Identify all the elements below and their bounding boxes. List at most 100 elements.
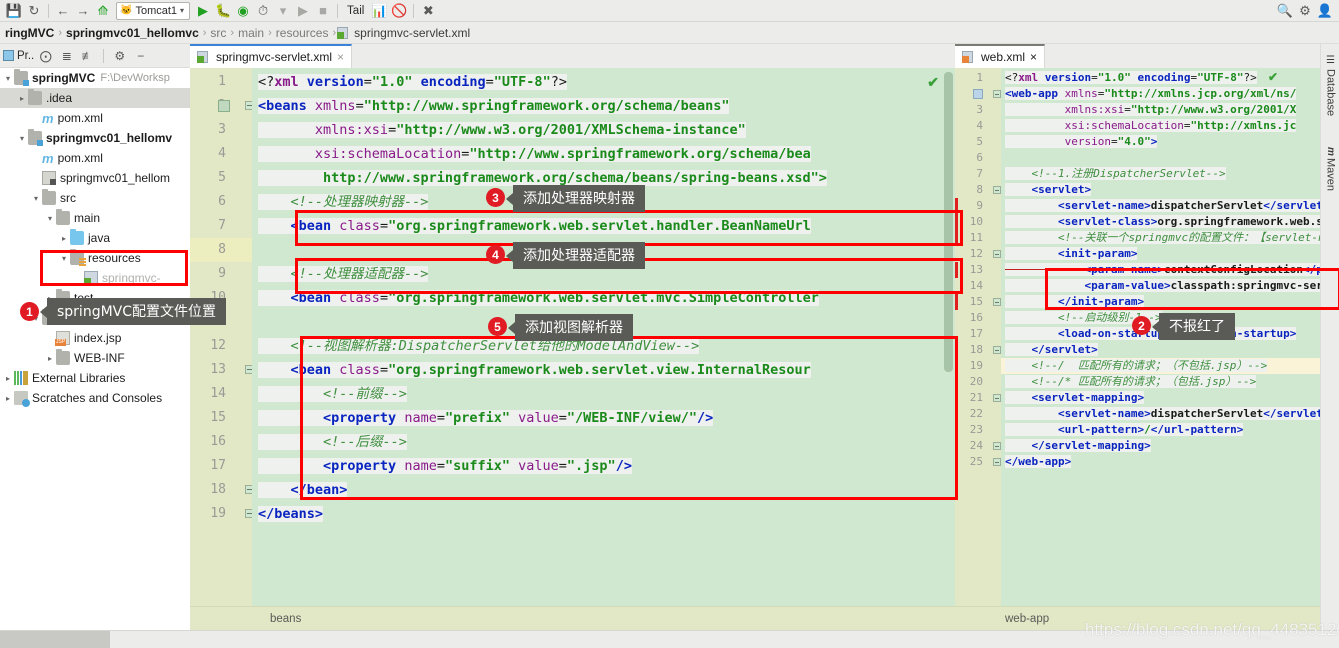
code-line: <servlet-class>org.springframework.web.s (1001, 214, 1320, 230)
search-icon[interactable]: 🔍 (1275, 1, 1295, 21)
breadcrumb-item-project[interactable]: ringMVC (2, 26, 57, 40)
fold-toggle-icon[interactable] (993, 250, 1001, 258)
fold-toggle-icon[interactable] (993, 458, 1001, 466)
right-editor-gutter[interactable]: 1234567891011121314151617181920212223242… (955, 68, 1001, 630)
tree-item-label: External Libraries (32, 371, 126, 385)
left-vertical-scrollbar[interactable] (944, 72, 953, 372)
tree-item-external-libraries[interactable]: ▸ External Libraries (0, 368, 190, 388)
build-icon[interactable]: ⟰ (93, 1, 113, 21)
no-entry-icon[interactable]: 🚫 (389, 1, 409, 21)
chevron-right-icon[interactable]: ▸ (44, 354, 56, 363)
back-arrow-icon[interactable]: ← (53, 1, 73, 21)
settings-icon[interactable]: ⚙ (1295, 1, 1315, 21)
left-editor-fold-column[interactable] (245, 68, 254, 630)
callout-badge-3: 3 (486, 188, 505, 207)
chevron-down-icon[interactable]: ▾ (44, 214, 56, 223)
breadcrumb-item-file[interactable]: springmvc-servlet.xml (351, 26, 473, 40)
locate-icon[interactable]: ⨀ (36, 46, 55, 65)
web-bean-icon[interactable] (973, 89, 983, 99)
code-line: <servlet> (1005, 183, 1092, 196)
breadcrumb-item-resources[interactable]: resources (273, 26, 332, 40)
tree-item-springmvc[interactable]: ▾ springMVC F:\DevWorksp (0, 68, 190, 88)
left-editor-tabbar: springmvc-servlet.xml × (190, 44, 955, 68)
left-editor-body[interactable]: 12345678910111213141516171819 <?xml vers… (190, 68, 955, 630)
code-line: </servlet-mapping> (1005, 439, 1151, 452)
code-line: </bean> (258, 482, 348, 498)
tab-web-xml[interactable]: web.xml × (955, 44, 1046, 68)
user-icon[interactable]: 👤 (1315, 1, 1335, 21)
tree-item-idea[interactable]: ▸ .idea (0, 88, 190, 108)
fold-toggle-icon[interactable] (993, 90, 1001, 98)
tree-item-springmvc01-hellom[interactable]: springmvc01_hellom (0, 168, 190, 188)
code-line: <init-param> (1005, 247, 1138, 260)
sync-icon[interactable]: ↻ (24, 1, 44, 21)
project-panel-title[interactable]: Pr.. (3, 50, 34, 62)
line-number: 15 (969, 295, 983, 308)
tree-item-label: java (88, 231, 111, 245)
right-editor-code[interactable]: <?xml version="1.0" encoding="UTF-8"?> <w… (1001, 68, 1320, 630)
left-editor-code[interactable]: <?xml version="1.0" encoding="UTF-8"?> <b… (252, 68, 955, 630)
chevron-right-icon[interactable]: ▸ (2, 394, 14, 403)
tree-item-resources[interactable]: ▾ resources (0, 248, 190, 268)
fold-toggle-icon[interactable] (993, 394, 1001, 402)
tool-tab-maven[interactable]: m Maven (1321, 136, 1339, 202)
chevron-down-icon[interactable]: ▾ (2, 74, 14, 83)
breadcrumb-item-src[interactable]: src (207, 26, 229, 40)
tree-item-main[interactable]: ▾ main (0, 208, 190, 228)
tree-item-label: main (74, 211, 101, 225)
dropdown-caret-icon[interactable]: ▾ (273, 1, 293, 21)
save-icon[interactable]: 💾 (4, 1, 24, 21)
forward-arrow-icon[interactable]: → (73, 1, 93, 21)
breadcrumb-item-main[interactable]: main (235, 26, 267, 40)
inspection-ok-icon: ✔ (927, 74, 939, 90)
tree-item-scratches-and-consoles[interactable]: ▸ Scratches and Consoles (0, 388, 190, 408)
line-number: 20 (969, 375, 983, 388)
fold-toggle-icon[interactable] (993, 346, 1001, 354)
run-icon[interactable]: ▶ (193, 1, 213, 21)
left-editor-gutter[interactable]: 12345678910111213141516171819 (190, 68, 252, 630)
tree-item-springmvc[interactable]: springmvc- (0, 268, 190, 288)
tree-item-index-jsp[interactable]: index.jsp (0, 328, 190, 348)
tool-tab-database[interactable]: ☰ Database (1321, 48, 1339, 124)
clear-format-icon[interactable]: ✖ (418, 1, 438, 21)
fold-toggle-icon[interactable] (993, 186, 1001, 194)
chevron-right-icon[interactable]: ▸ (16, 94, 28, 103)
line-number: 16 (210, 434, 226, 449)
fold-toggle-icon[interactable] (993, 298, 1001, 306)
chevron-right-icon[interactable]: ▸ (58, 234, 70, 243)
tree-item-pom-xml[interactable]: m pom.xml (0, 108, 190, 128)
expand-all-icon[interactable]: ≣ (57, 46, 76, 65)
right-editor-body[interactable]: 1234567891011121314151617181920212223242… (955, 68, 1320, 630)
chevron-down-icon[interactable]: ▾ (16, 134, 28, 143)
tree-item-java[interactable]: ▸ java (0, 228, 190, 248)
code-line: <bean class="org.springframework.web.ser… (258, 290, 819, 306)
line-number: 5 (218, 170, 226, 185)
debug-icon[interactable]: 🐛 (213, 1, 233, 21)
chevron-down-icon: ▾ (180, 6, 185, 15)
fold-toggle-icon[interactable] (993, 442, 1001, 450)
tail-label[interactable]: Tail (342, 5, 369, 17)
panel-divider (103, 48, 105, 63)
tree-item-pom-xml[interactable]: m pom.xml (0, 148, 190, 168)
chevron-down-icon[interactable]: ▾ (58, 254, 70, 263)
hide-icon[interactable]: − (131, 46, 150, 65)
chevron-down-icon[interactable]: ▾ (30, 194, 42, 203)
tree-item-src[interactable]: ▾ src (0, 188, 190, 208)
close-icon[interactable]: × (337, 50, 344, 64)
profile-icon[interactable]: ⏱ (253, 1, 273, 21)
run-coverage-icon[interactable]: ◉ (233, 1, 253, 21)
tomcat-cat-icon: 🐱 (120, 5, 133, 16)
chevron-right-icon[interactable]: ▸ (2, 374, 14, 383)
spring-bean-icon[interactable] (218, 100, 230, 112)
gear-icon[interactable]: ⚙ (110, 46, 129, 65)
project-tree[interactable]: ▾ springMVC F:\DevWorksp ▸ .idea m pom.xml ▾ spr… (0, 68, 190, 630)
tab-springmvc-servlet-xml[interactable]: springmvc-servlet.xml × (190, 44, 353, 68)
close-icon[interactable]: × (1030, 50, 1037, 64)
collapse-all-icon[interactable]: ≢ (78, 46, 97, 65)
run-configuration-selector[interactable]: 🐱 Tomcat1 ▾ (116, 1, 191, 20)
chart-icon[interactable]: 📊 (369, 1, 389, 21)
tree-item-springmvc01-hellomv[interactable]: ▾ springmvc01_hellomv (0, 128, 190, 148)
tree-item-web-inf[interactable]: ▸ WEB-INF (0, 348, 190, 368)
callout-text-2: 不报红了 (1152, 313, 1235, 340)
breadcrumb-item-module[interactable]: springmvc01_hellomvc (63, 26, 202, 40)
